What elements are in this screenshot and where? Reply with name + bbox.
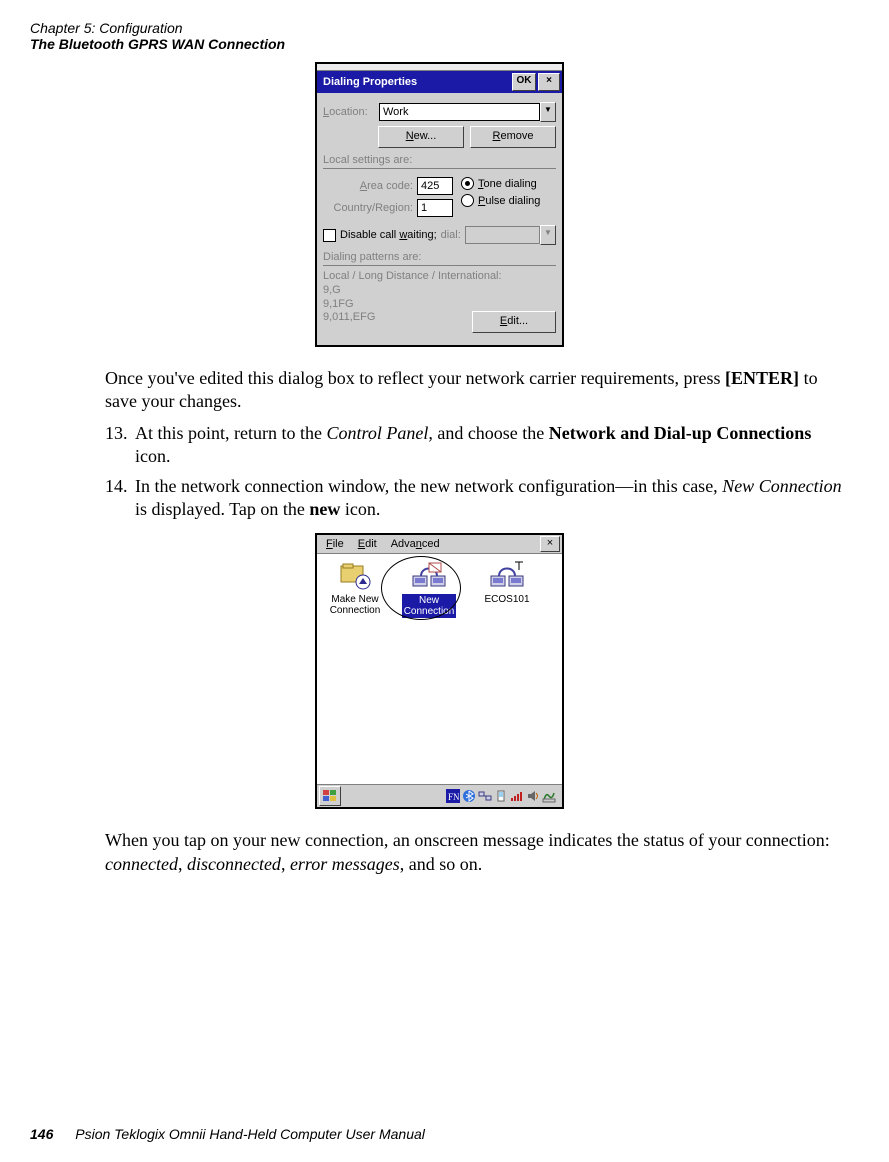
dialing-properties-dialog: Dialing Properties OK × Location: Work ▼…	[315, 62, 564, 347]
svg-text:FN: FN	[448, 792, 460, 802]
tone-dialing-label: Tone dialing	[478, 178, 537, 190]
tray-device-icon[interactable]	[494, 789, 508, 803]
dial-label: dial:	[441, 229, 461, 241]
body-paragraph: When you tap on your new connection, an …	[105, 829, 849, 876]
tray-fn-icon[interactable]: FN	[446, 789, 460, 803]
tone-dialing-radio[interactable]	[461, 177, 474, 190]
menu-file[interactable]: File	[319, 537, 351, 551]
location-label: Location:	[323, 106, 379, 118]
tray-network-icon[interactable]	[478, 789, 492, 803]
disable-call-waiting-checkbox[interactable]	[323, 229, 336, 242]
chevron-down-icon[interactable]: ▼	[540, 102, 556, 122]
ecos101-icon[interactable]: ECOS101	[473, 560, 541, 605]
new-button[interactable]: New...	[378, 126, 464, 148]
menu-advanced[interactable]: Advanced	[384, 537, 447, 551]
dialog-title: Dialing Properties	[321, 76, 510, 88]
annotation-circle	[381, 556, 461, 620]
close-button[interactable]: ×	[538, 73, 560, 91]
menu-edit[interactable]: Edit	[351, 537, 384, 551]
page-number: 146	[30, 1126, 53, 1142]
taskbar: FN	[317, 784, 562, 807]
step-14: 14. In the network connection window, th…	[105, 475, 849, 522]
tray-bluetooth-icon[interactable]	[462, 789, 476, 803]
book-title: Psion Teklogix Omnii Hand-Held Computer …	[75, 1126, 425, 1142]
dial-combo-disabled	[465, 226, 540, 244]
page-header-section: The Bluetooth GPRS WAN Connection	[30, 36, 849, 52]
location-combo[interactable]: Work	[379, 103, 540, 121]
edit-button[interactable]: Edit...	[472, 311, 556, 333]
pulse-dialing-radio[interactable]	[461, 194, 474, 207]
country-input[interactable]: 1	[417, 199, 453, 217]
pulse-dialing-label: Pulse dialing	[478, 195, 540, 207]
start-button[interactable]	[319, 786, 341, 806]
close-button[interactable]: ×	[540, 536, 560, 552]
tray-keyboard-icon[interactable]	[542, 789, 556, 803]
disable-call-waiting-label: Disable call waiting;	[340, 229, 437, 241]
step-13: 13. At this point, return to the Control…	[105, 422, 849, 469]
area-code-input[interactable]: 425	[417, 177, 453, 195]
dialing-patterns-heading: Dialing patterns are:	[323, 251, 421, 263]
connections-window: File Edit Advanced × Make New Connection	[315, 533, 564, 809]
body-paragraph: Once you've edited this dialog box to re…	[105, 367, 849, 414]
tray-signal-icon[interactable]	[510, 789, 524, 803]
remove-button[interactable]: Remove	[470, 126, 556, 148]
ok-button[interactable]: OK	[512, 73, 536, 91]
make-new-connection-icon[interactable]: Make New Connection	[321, 560, 389, 616]
country-label: Country/Region:	[334, 202, 414, 214]
area-code-label: Area code:	[360, 180, 413, 192]
tray-volume-icon[interactable]	[526, 789, 540, 803]
page-header-chapter: Chapter 5: Configuration	[30, 20, 849, 36]
page-footer: 146 Psion Teklogix Omnii Hand-Held Compu…	[30, 1126, 425, 1142]
local-settings-label: Local settings are:	[323, 154, 412, 166]
chevron-down-icon: ▼	[540, 225, 556, 245]
